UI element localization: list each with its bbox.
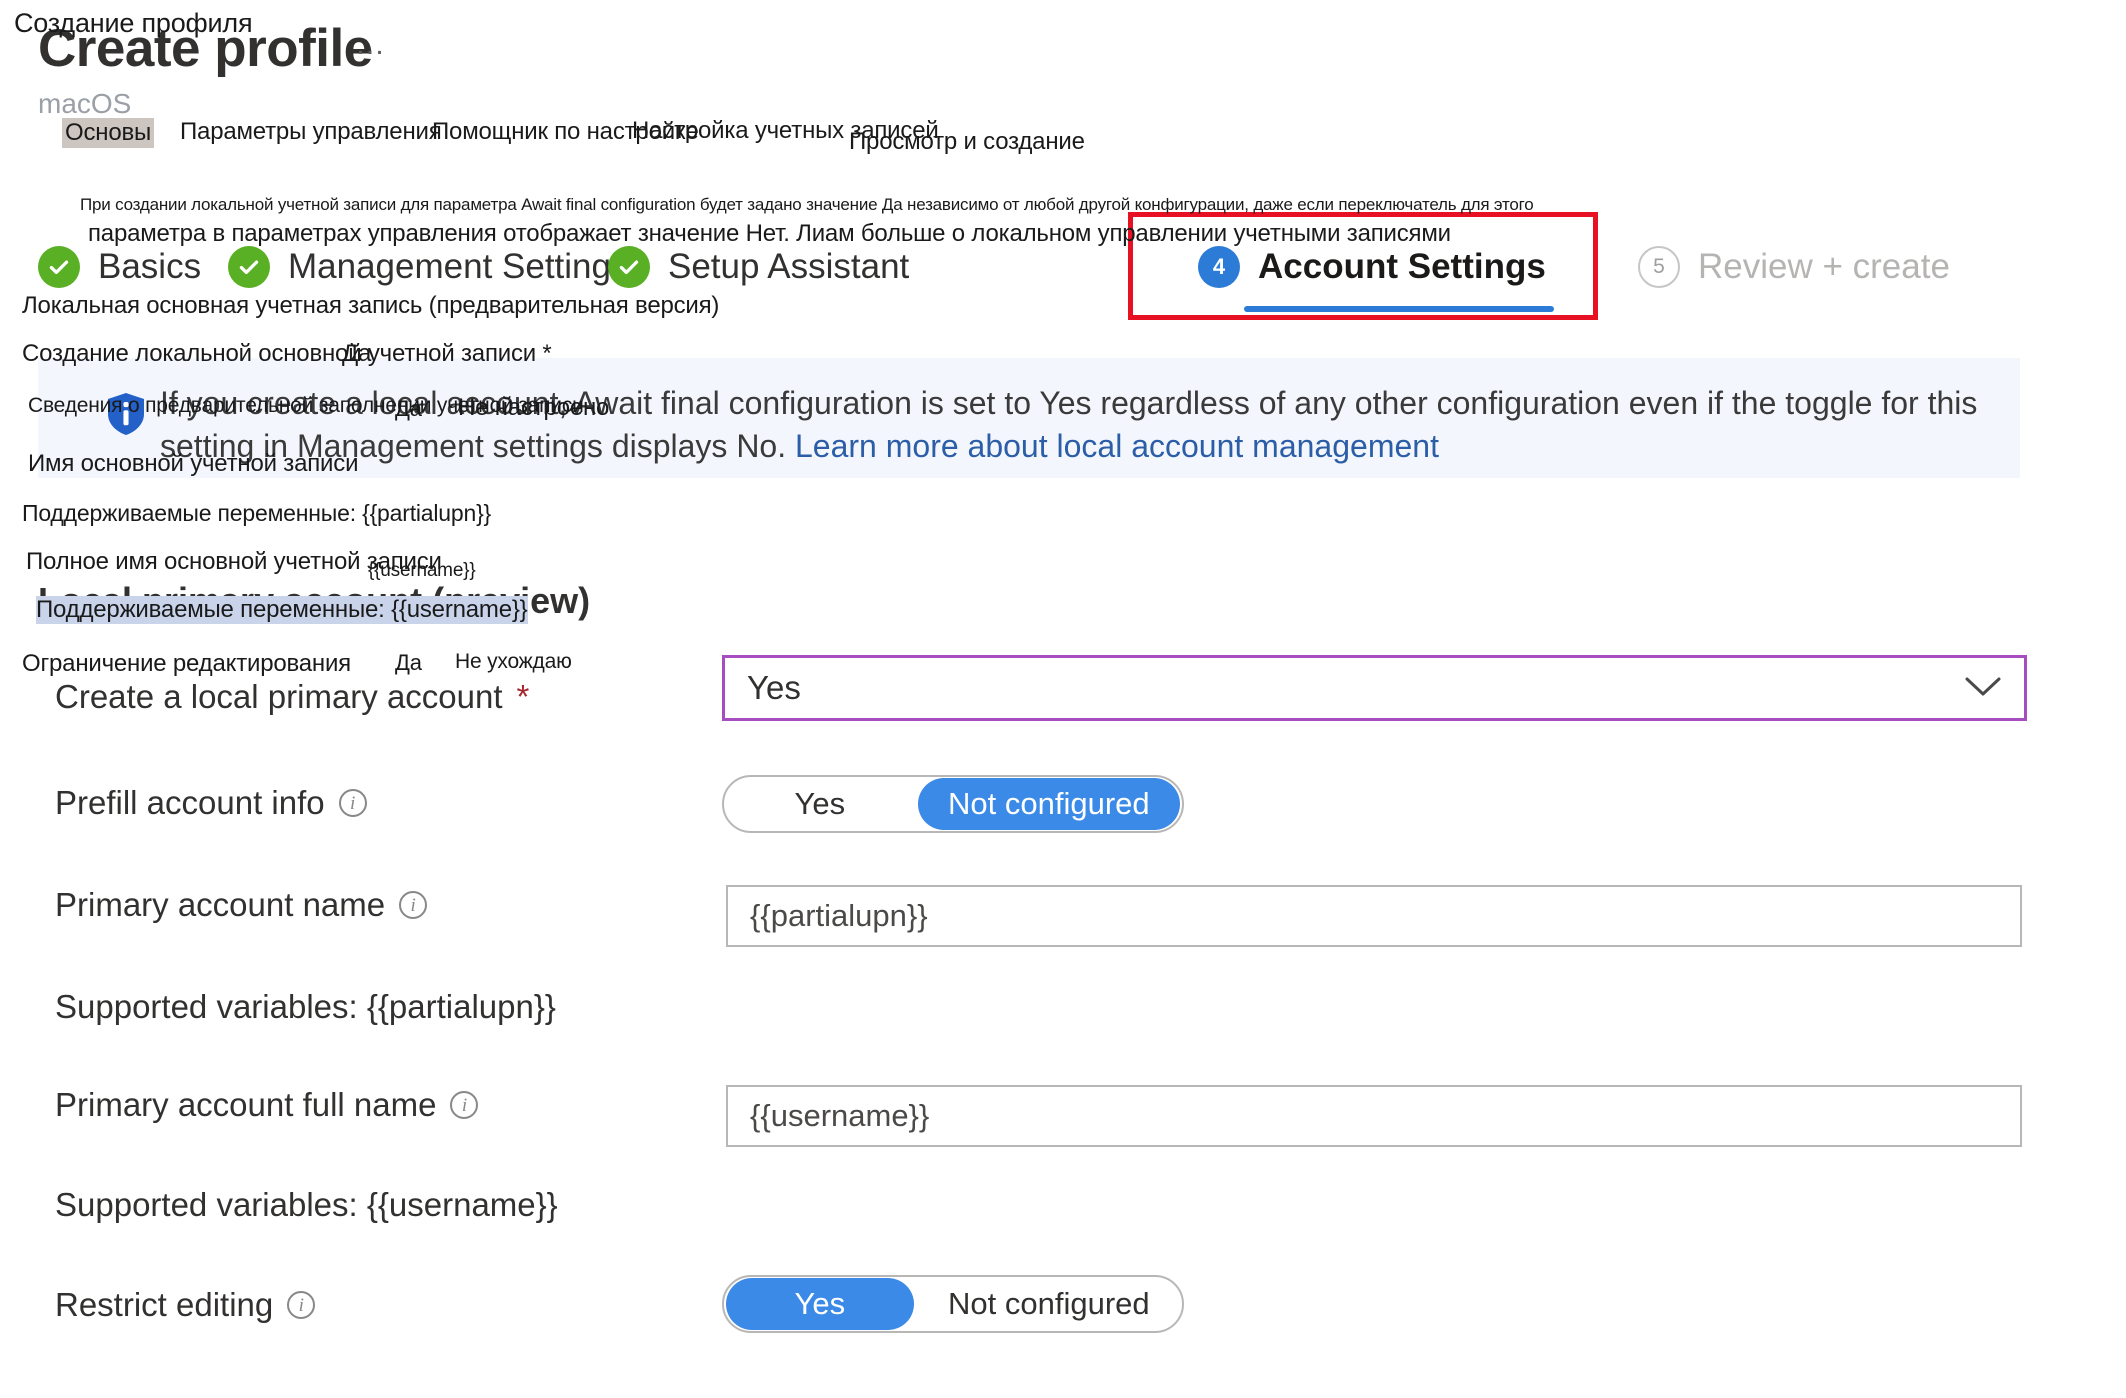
wizard-step-label: Management Settings: [288, 247, 629, 286]
check-circle-icon: [38, 246, 80, 288]
translation-section-heading: Локальная основная учетная запись (предв…: [22, 292, 720, 319]
chevron-down-icon: [1964, 669, 2002, 707]
translation-restrict-editing-label: Ограничение редактирования: [22, 650, 351, 677]
translation-prefill-option-not-configured: Не настроено: [458, 394, 610, 421]
label-text: Primary account full name: [55, 1086, 437, 1123]
translation-restrict-option-yes: Да: [395, 650, 422, 675]
label-text: Create a local primary account: [55, 678, 503, 715]
step-number-badge: 5: [1638, 246, 1680, 288]
check-circle-icon: [608, 246, 650, 288]
translation-prefill-option-yes: Да: [395, 396, 422, 421]
create-local-primary-account-label: Create a local primary account *: [55, 678, 529, 716]
restrict-editing-label: Restrict editing i: [55, 1286, 316, 1324]
translation-note-line-1: При создании локальной учетной записи дл…: [80, 195, 1534, 214]
active-step-underline: [1244, 306, 1554, 312]
translation-restrict-option-not-configured: Не ухождаю: [455, 650, 572, 673]
translation-doc-title: Создание профиля: [14, 8, 253, 38]
check-circle-icon: [228, 246, 270, 288]
toggle-option-not-configured[interactable]: Not configured: [918, 1278, 1180, 1330]
primary-account-full-name-supported-variables: Supported variables: {{username}}: [55, 1186, 558, 1223]
toggle-option-not-configured[interactable]: Not configured: [917, 778, 1180, 830]
label-text: Primary account name: [55, 886, 386, 923]
translation-primary-account-full-name-supported-variables: Поддерживаемые переменные: {{username}}: [36, 596, 528, 624]
label-text: Restrict editing: [55, 1286, 274, 1323]
translation-primary-account-name-supported-variables: Поддерживаемые переменные: {{partialupn}…: [22, 500, 492, 526]
info-circle-icon[interactable]: i: [338, 789, 367, 817]
primary-account-name-input[interactable]: {{partialupn}}: [726, 885, 2022, 947]
info-circle-icon[interactable]: i: [450, 1091, 479, 1119]
prefill-account-info-toggle[interactable]: Yes Not configured: [722, 775, 1184, 833]
translation-tab-basics[interactable]: Основы: [62, 118, 155, 148]
translation-primary-account-name-label: Имя основной учетной записи: [28, 450, 359, 477]
toggle-option-yes[interactable]: Yes: [726, 778, 914, 830]
platform-subtitle: macOS: [38, 88, 132, 119]
wizard-step-label: Review + create: [1698, 247, 1950, 286]
required-marker: *: [516, 678, 530, 715]
learn-more-link[interactable]: Learn more about local account managemen…: [795, 428, 1439, 464]
primary-account-name-label: Primary account name i: [55, 886, 428, 924]
create-local-primary-account-dropdown[interactable]: Yes: [722, 655, 2027, 721]
restrict-editing-toggle[interactable]: Yes Not configured: [722, 1275, 1184, 1333]
dropdown-selected-value: Yes: [747, 669, 801, 706]
more-actions-button[interactable]: …: [355, 30, 389, 60]
primary-account-name-supported-variables: Supported variables: {{partialupn}}: [55, 988, 556, 1025]
step-number-badge: 4: [1198, 246, 1240, 288]
wizard-step-label: Basics: [98, 247, 202, 286]
translation-tab-management-settings[interactable]: Параметры управления: [180, 118, 442, 146]
info-circle-icon[interactable]: i: [287, 1291, 316, 1319]
input-value: {{partialupn}}: [750, 898, 928, 933]
info-circle-icon[interactable]: i: [399, 891, 428, 919]
prefill-account-info-label: Prefill account info i: [55, 784, 367, 822]
toggle-option-yes[interactable]: Yes: [726, 1278, 914, 1330]
wizard-step-label: Account Settings: [1258, 247, 1546, 286]
translation-create-local-primary-account-label: Создание локальной основной учетной запи…: [22, 340, 552, 367]
primary-account-full-name-input[interactable]: {{username}}: [726, 1085, 2022, 1147]
wizard-step-label: Setup Assistant: [668, 247, 910, 286]
wizard-step-review-create[interactable]: 5 Review + create: [1638, 230, 1950, 304]
translation-tab-review-create[interactable]: Просмотр и создание: [849, 128, 1085, 156]
input-value: {{username}}: [750, 1098, 930, 1133]
translation-create-local-primary-account-value: Да: [342, 340, 372, 367]
primary-account-full-name-label: Primary account full name i: [55, 1086, 479, 1124]
translation-note-line-2: параметра в параметрах управления отобра…: [88, 220, 1451, 247]
label-text: Prefill account info: [55, 784, 325, 821]
translation-primary-account-full-name-value: {{username}}: [368, 560, 476, 581]
